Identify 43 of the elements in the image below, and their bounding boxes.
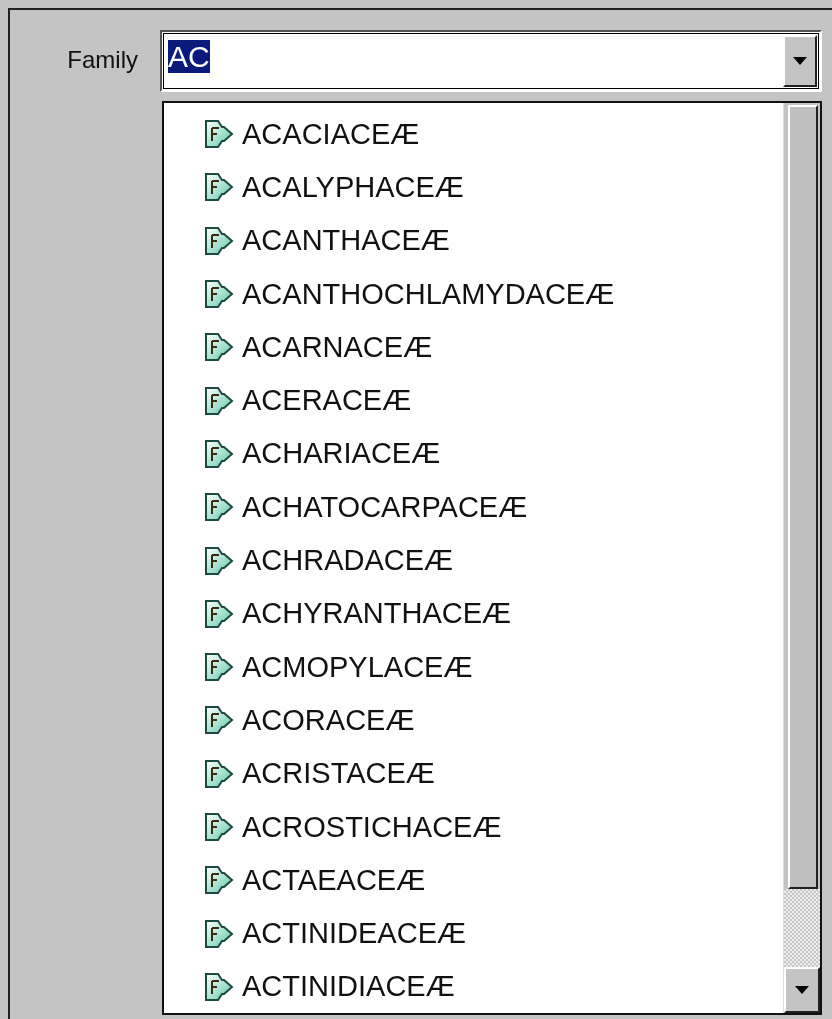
selected-text: AC [168, 40, 210, 73]
list-item[interactable]: ACERACEÆ [164, 374, 783, 428]
list-item[interactable]: ACACIACEÆ [164, 107, 783, 161]
list-item[interactable]: ACALYPHACEÆ [164, 160, 783, 215]
tag-icon [204, 385, 234, 416]
list-item[interactable]: ACTAEACEÆ [164, 853, 783, 907]
tag-icon [204, 225, 234, 256]
tag-icon [204, 119, 234, 150]
tag-icon [204, 971, 234, 1002]
list-item[interactable]: ACROSTICHACEÆ [164, 800, 783, 854]
tag-icon [204, 652, 234, 683]
tag-icon [204, 279, 234, 310]
list-item[interactable]: ACHARIACEÆ [164, 427, 783, 481]
list-item[interactable]: ACHRADACEÆ [164, 533, 783, 588]
tag-icon [204, 172, 234, 203]
tag-icon [204, 918, 234, 949]
tag-icon [204, 545, 234, 576]
tag-icon [204, 812, 234, 842]
list-item[interactable]: ACTINIDIACEÆ [164, 960, 783, 1014]
tag-icon [204, 705, 234, 736]
scroll-thumb[interactable] [788, 104, 818, 889]
list-item[interactable]: ACMOPYLACEÆ [164, 640, 783, 694]
list-item[interactable]: ACRISTACEÆ [164, 747, 783, 801]
scrollbar[interactable] [783, 102, 820, 1013]
caret-icon [795, 985, 809, 994]
list-item[interactable]: ACARNACEÆ [164, 320, 783, 374]
tag-icon [204, 332, 234, 363]
list-item[interactable]: ACHATOCARPACEÆ [164, 480, 783, 534]
tag-icon [204, 865, 234, 896]
tag-icon [204, 758, 234, 789]
list-item[interactable]: ACHYRANTHACEÆ [164, 587, 783, 641]
dropdown-button[interactable] [783, 35, 817, 87]
caret-icon [793, 57, 807, 65]
combo-box[interactable]: AC [160, 30, 822, 92]
list-item[interactable]: ACORACEÆ [164, 693, 783, 748]
list-item[interactable]: ACANTHACEÆ [164, 214, 783, 268]
list-item[interactable]: ACTINIDEACEÆ [164, 906, 783, 961]
tag-icon [204, 598, 234, 629]
tag-icon [204, 492, 234, 523]
list-item[interactable]: ACANTHOCHLAMYDACEÆ [164, 267, 783, 321]
field-label: Family [67, 45, 139, 75]
tag-icon [204, 438, 234, 469]
scroll-down-button[interactable] [784, 966, 820, 1013]
